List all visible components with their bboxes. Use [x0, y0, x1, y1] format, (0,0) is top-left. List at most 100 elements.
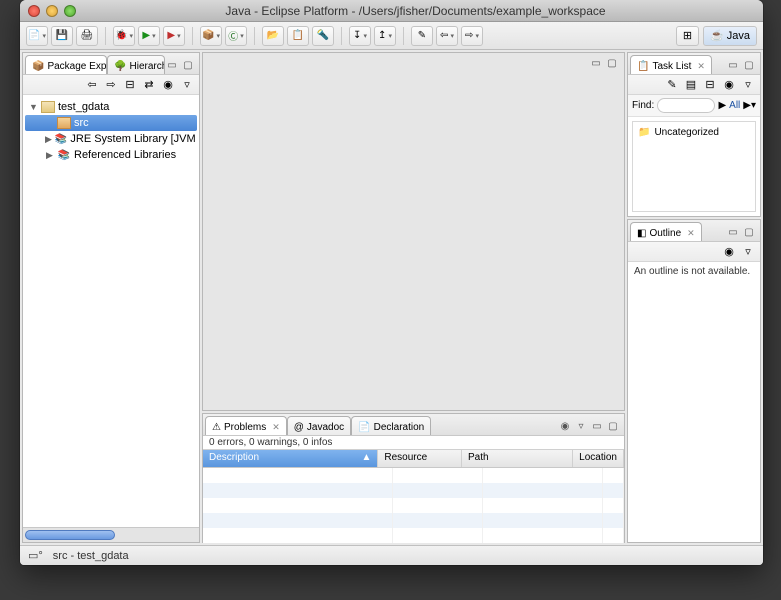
focus-task-icon[interactable]: ◉	[558, 419, 572, 433]
tab-declaration[interactable]: 📄 Declaration	[351, 416, 431, 435]
annotation-next-icon: ↧	[353, 30, 361, 41]
new-package-button[interactable]: 📦	[200, 26, 222, 46]
view-menu-icon[interactable]: ▿	[740, 244, 756, 260]
editor-area[interactable]: ▭ ▢	[202, 52, 625, 411]
package-explorer-tree[interactable]: ▼ test_gdata src ▶ JRE System Library [J…	[23, 95, 199, 527]
run-button[interactable]: ▶	[138, 26, 160, 46]
outline-toolbar: ◉ ▿	[628, 242, 760, 262]
collapse-twisty-icon[interactable]: ▶	[45, 134, 52, 145]
print-button[interactable]: 🖨	[76, 26, 98, 46]
titlebar[interactable]: Java - Eclipse Platform - /Users/jfisher…	[20, 0, 763, 22]
back-nav-icon[interactable]: ⇦	[84, 77, 100, 93]
new-task-icon[interactable]: ✎	[664, 77, 680, 93]
minimize-editor-icon[interactable]: ▭	[589, 56, 603, 70]
maximize-view-icon[interactable]: ▢	[606, 419, 620, 433]
find-input[interactable]	[657, 98, 715, 113]
minimize-view-icon[interactable]: ▭	[590, 419, 604, 433]
forward-button[interactable]: ⇨	[461, 26, 483, 46]
fwd-nav-icon[interactable]: ⇨	[103, 77, 119, 93]
workbench: 📦 Package Expl ✕ 🌳 Hierarchy ▭ ▢ ⇦ ⇨ ⊟ ⇄	[20, 50, 763, 545]
tab-hierarchy[interactable]: 🌳 Hierarchy	[107, 55, 165, 74]
last-edit-button[interactable]: ✎	[411, 26, 433, 46]
col-path[interactable]: Path	[462, 450, 573, 467]
new-class-button[interactable]: Ⓒ	[225, 26, 247, 46]
focus-task-icon[interactable]: ◉	[721, 244, 737, 260]
maximize-editor-icon[interactable]: ▢	[605, 56, 619, 70]
link-editor-icon[interactable]: ⇄	[141, 77, 157, 93]
jre-label: JRE System Library [JVM 1.5.0 (MacOS X D…	[70, 133, 199, 145]
maximize-view-icon[interactable]: ▢	[181, 58, 195, 72]
tree-jre-library[interactable]: ▶ JRE System Library [JVM 1.5.0 (MacOS X…	[25, 131, 197, 147]
hierarchy-icon: 🌳	[114, 61, 126, 72]
minimize-view-icon[interactable]: ▭	[726, 58, 740, 72]
scrollbar-thumb[interactable]	[25, 530, 115, 540]
prev-annotation-button[interactable]: ↥	[374, 26, 396, 46]
view-menu-icon[interactable]: ▿	[179, 77, 195, 93]
collapse-all-icon[interactable]: ⊟	[702, 77, 718, 93]
status-text: src - test_gdata	[53, 550, 129, 562]
package-icon: 📦	[202, 30, 214, 41]
search-icon: 🔦	[317, 30, 329, 41]
tree-project[interactable]: ▼ test_gdata	[25, 99, 197, 115]
open-type-button[interactable]: 📂	[262, 26, 284, 46]
expand-twisty-icon[interactable]: ▼	[29, 102, 38, 112]
focus-icon[interactable]: ◉	[721, 77, 737, 93]
folder-icon: 📁	[638, 127, 650, 138]
maximize-view-icon[interactable]: ▢	[742, 225, 756, 239]
view-menu-icon[interactable]: ▿	[740, 77, 756, 93]
task-open-icon: 📋	[292, 30, 304, 41]
col-location[interactable]: Location	[573, 450, 624, 467]
focus-task-icon[interactable]: ◉	[160, 77, 176, 93]
tab-package-explorer[interactable]: 📦 Package Expl ✕	[25, 55, 107, 74]
back-icon: ⇦	[440, 30, 448, 41]
new-button[interactable]: 📄	[26, 26, 48, 46]
collapse-twisty-icon[interactable]: ▶	[45, 150, 54, 161]
activate-filter-icon[interactable]: ▶	[718, 100, 726, 111]
tab-task-list[interactable]: 📋 Task List ✕	[630, 55, 712, 74]
tab-problems[interactable]: ⚠ Problems ✕	[205, 416, 287, 435]
java-perspective-button[interactable]: ☕ Java	[703, 26, 757, 46]
problems-table[interactable]: Description ▲ Resource Path Location	[203, 449, 624, 543]
back-button[interactable]: ⇦	[436, 26, 458, 46]
next-annotation-button[interactable]: ↧	[349, 26, 371, 46]
outline-icon: ◧	[637, 228, 646, 239]
open-task-button[interactable]: 📋	[287, 26, 309, 46]
col-resource[interactable]: Resource	[378, 450, 462, 467]
close-icon[interactable]: ✕	[687, 228, 695, 239]
minimize-view-icon[interactable]: ▭	[726, 225, 740, 239]
search-button[interactable]: 🔦	[312, 26, 334, 46]
view-menu-icon[interactable]: ▿	[574, 419, 588, 433]
all-label[interactable]: All	[729, 100, 740, 111]
save-button[interactable]: 💾	[51, 26, 73, 46]
folder-icon: 📂	[267, 30, 279, 41]
sort-asc-icon: ▲	[361, 452, 371, 463]
src-label: src	[74, 117, 89, 129]
external-tools-button[interactable]: ▶	[163, 26, 185, 46]
tab-label: Hierarchy	[130, 61, 166, 72]
debug-button[interactable]: 🐞	[113, 26, 135, 46]
minimize-view-icon[interactable]: ▭	[165, 58, 179, 72]
tree-src-folder[interactable]: src	[25, 115, 197, 131]
col-description[interactable]: Description ▲	[203, 450, 378, 467]
task-category-uncategorized[interactable]: 📁 Uncategorized	[636, 125, 752, 140]
tab-label: Problems	[224, 422, 266, 433]
zoom-window-icon[interactable]	[64, 5, 76, 17]
maximize-view-icon[interactable]: ▢	[742, 58, 756, 72]
class-icon: Ⓒ	[228, 28, 238, 43]
collapse-all-icon[interactable]: ⊟	[122, 77, 138, 93]
print-icon: 🖨	[81, 30, 94, 41]
tab-javadoc[interactable]: @ Javadoc	[287, 416, 351, 435]
close-icon[interactable]: ✕	[697, 61, 705, 72]
tab-outline[interactable]: ◧ Outline ✕	[630, 222, 702, 241]
minimize-window-icon[interactable]	[46, 5, 58, 17]
tree-referenced-libraries[interactable]: ▶ Referenced Libraries	[25, 147, 197, 163]
outline-body: An outline is not available.	[628, 262, 760, 542]
tab-label: Javadoc	[307, 422, 344, 433]
close-window-icon[interactable]	[28, 5, 40, 17]
close-icon[interactable]: ✕	[272, 422, 280, 433]
horizontal-scrollbar[interactable]	[23, 527, 199, 542]
filter-menu-icon[interactable]: ▶▾	[743, 100, 756, 111]
open-perspective-button[interactable]: ⊞	[676, 26, 699, 46]
task-list-toolbar: ✎ ▤ ⊟ ◉ ▿	[628, 75, 760, 95]
categorize-icon[interactable]: ▤	[683, 77, 699, 93]
